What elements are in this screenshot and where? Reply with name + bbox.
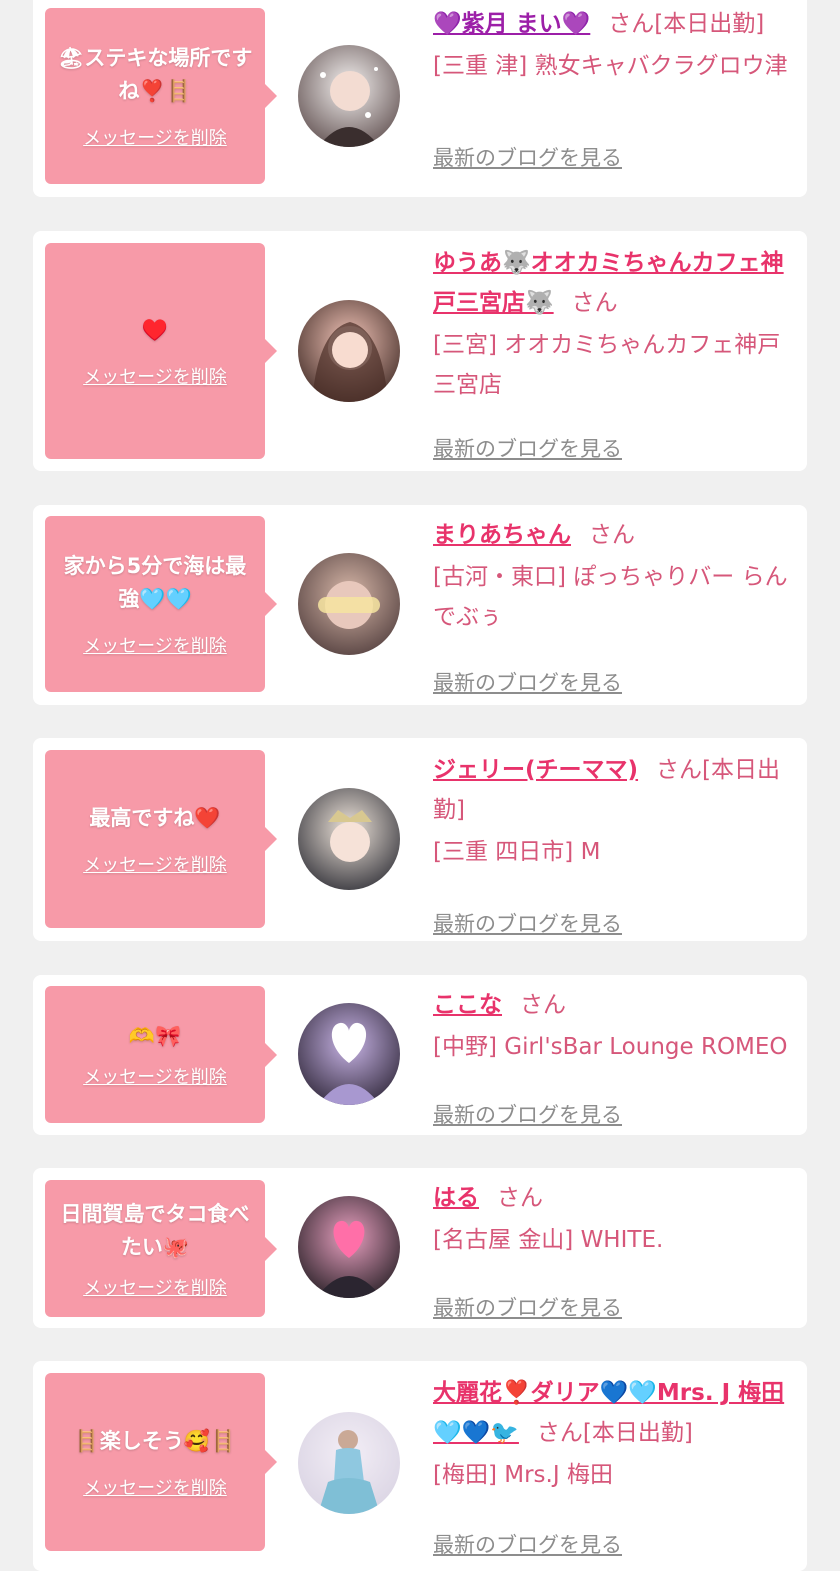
latest-blog-link[interactable]: 最新のブログを見る bbox=[433, 1099, 622, 1129]
message-bubble: 🫶🎀 メッセージを削除 bbox=[45, 986, 277, 1123]
honorific-status: さん[本日出勤] bbox=[608, 11, 765, 37]
delete-message-link[interactable]: メッセージを削除 bbox=[83, 632, 227, 658]
profile-name-link[interactable]: はる bbox=[433, 1185, 479, 1211]
message-bubble: 日間賀島でタコ食べたい🐙 メッセージを削除 bbox=[45, 1180, 277, 1317]
profile-info: 💜紫月 まい💜 さん[本日出勤] [三重 津] 熟女キャバクラグロウ津 最新のブロ… bbox=[433, 4, 797, 170]
honorific-status: さん bbox=[589, 522, 635, 548]
honorific-status: さん[本日出勤] bbox=[536, 1420, 693, 1446]
store-name: [三重 四日市] M bbox=[433, 839, 601, 865]
message-card: 🫶🎀 メッセージを削除 ここな さん [中野] Girl'sBar Lounge … bbox=[33, 975, 807, 1135]
message-bubble: 最高ですね❤️ メッセージを削除 bbox=[45, 750, 277, 928]
honorific-status: さん bbox=[520, 992, 566, 1018]
avatar[interactable] bbox=[298, 45, 400, 147]
delete-message-link[interactable]: メッセージを削除 bbox=[83, 851, 227, 877]
store-name: [名古屋 金山] WHITE. bbox=[433, 1227, 664, 1253]
message-card: 🏖ステキな場所ですね❣️🪜 メッセージを削除 💜紫月 まい💜 さん[本日出勤] [… bbox=[33, 0, 807, 197]
message-text: 🏖ステキな場所ですね❣️🪜 bbox=[57, 46, 253, 103]
profile-name-link[interactable]: ジェリー(チーママ) bbox=[433, 757, 638, 783]
profile-info: ここな さん [中野] Girl'sBar Lounge ROMEO 最新のブログ… bbox=[433, 985, 797, 1127]
latest-blog-link[interactable]: 最新のブログを見る bbox=[433, 433, 622, 463]
profile-info: まりあちゃん さん [古河・東口] ぽっちゃりバー らんでぶぅ 最新のブログを見る bbox=[433, 515, 797, 695]
avatar[interactable] bbox=[298, 553, 400, 655]
store-name: [古河・東口] ぽっちゃりバー らんでぶぅ bbox=[433, 564, 788, 630]
store-name: [中野] Girl'sBar Lounge ROMEO bbox=[433, 1034, 788, 1060]
profile-name-link[interactable]: 💜紫月 まい💜 bbox=[433, 11, 590, 37]
message-card: ♥️ メッセージを削除 ゆうあ🐺オオカミちゃんカフェ神戸三宮店🐺 さん [三宮] … bbox=[33, 231, 807, 471]
store-name: [三重 津] 熟女キャバクラグロウ津 bbox=[433, 53, 788, 79]
message-bubble: 🏖ステキな場所ですね❣️🪜 メッセージを削除 bbox=[45, 8, 277, 184]
honorific-status: さん bbox=[497, 1185, 543, 1211]
profile-info: 大麗花❣️ダリア💙🩵Mrs. J 梅田🩵💙🐦 さん[本日出勤] [梅田] Mrs.… bbox=[433, 1373, 797, 1557]
delete-message-link[interactable]: メッセージを削除 bbox=[83, 1274, 227, 1300]
message-bubble: 家から5分で海は最強🩵🩵 メッセージを削除 bbox=[45, 516, 277, 692]
message-card: 最高ですね❤️ メッセージを削除 ジェリー(チーママ) さん[本日出勤] [三重 … bbox=[33, 738, 807, 941]
store-name: [三宮] オオカミちゃんカフェ神戸三宮店 bbox=[433, 332, 781, 398]
message-bubble: ♥️ メッセージを削除 bbox=[45, 243, 277, 459]
avatar[interactable] bbox=[298, 1003, 400, 1105]
avatar[interactable] bbox=[298, 788, 400, 890]
message-text: 日間賀島でタコ食べたい🐙 bbox=[60, 1201, 250, 1259]
message-card: 家から5分で海は最強🩵🩵 メッセージを削除 まりあちゃん さん [古河・東口] ぽ… bbox=[33, 505, 807, 705]
latest-blog-link[interactable]: 最新のブログを見る bbox=[433, 908, 622, 938]
latest-blog-link[interactable]: 最新のブログを見る bbox=[433, 667, 622, 697]
avatar[interactable] bbox=[298, 300, 400, 402]
honorific-status: さん bbox=[571, 290, 618, 316]
store-name: [梅田] Mrs.J 梅田 bbox=[433, 1462, 613, 1488]
message-card: 日間賀島でタコ食べたい🐙 メッセージを削除 はる さん [名古屋 金山] WHIT… bbox=[33, 1168, 807, 1328]
profile-name-link[interactable]: まりあちゃん bbox=[433, 522, 571, 548]
avatar[interactable] bbox=[298, 1412, 400, 1514]
message-text: 🪜楽しそう🥰🪜 bbox=[73, 1428, 237, 1453]
latest-blog-link[interactable]: 最新のブログを見る bbox=[433, 142, 622, 172]
profile-info: はる さん [名古屋 金山] WHITE. 最新のブログを見る bbox=[433, 1178, 797, 1320]
message-card: 🪜楽しそう🥰🪜 メッセージを削除 大麗花❣️ダリア💙🩵Mrs. J 梅田🩵💙🐦 さ… bbox=[33, 1361, 807, 1571]
message-text: ♥️ bbox=[141, 317, 169, 342]
delete-message-link[interactable]: メッセージを削除 bbox=[83, 124, 227, 150]
profile-name-link[interactable]: ここな bbox=[433, 992, 502, 1018]
latest-blog-link[interactable]: 最新のブログを見る bbox=[433, 1529, 622, 1559]
profile-info: ジェリー(チーママ) さん[本日出勤] [三重 四日市] M 最新のブログを見る bbox=[433, 750, 797, 936]
message-text: 🫶🎀 bbox=[128, 1024, 182, 1048]
avatar[interactable] bbox=[298, 1196, 400, 1298]
delete-message-link[interactable]: メッセージを削除 bbox=[83, 363, 227, 389]
message-text: 家から5分で海は最強🩵🩵 bbox=[63, 554, 247, 611]
message-bubble: 🪜楽しそう🥰🪜 メッセージを削除 bbox=[45, 1373, 277, 1551]
delete-message-link[interactable]: メッセージを削除 bbox=[83, 1474, 227, 1500]
delete-message-link[interactable]: メッセージを削除 bbox=[83, 1063, 227, 1089]
latest-blog-link[interactable]: 最新のブログを見る bbox=[433, 1292, 622, 1322]
message-text: 最高ですね❤️ bbox=[89, 805, 221, 830]
profile-info: ゆうあ🐺オオカミちゃんカフェ神戸三宮店🐺 さん [三宮] オオカミちゃんカフェ神戸… bbox=[433, 243, 797, 461]
